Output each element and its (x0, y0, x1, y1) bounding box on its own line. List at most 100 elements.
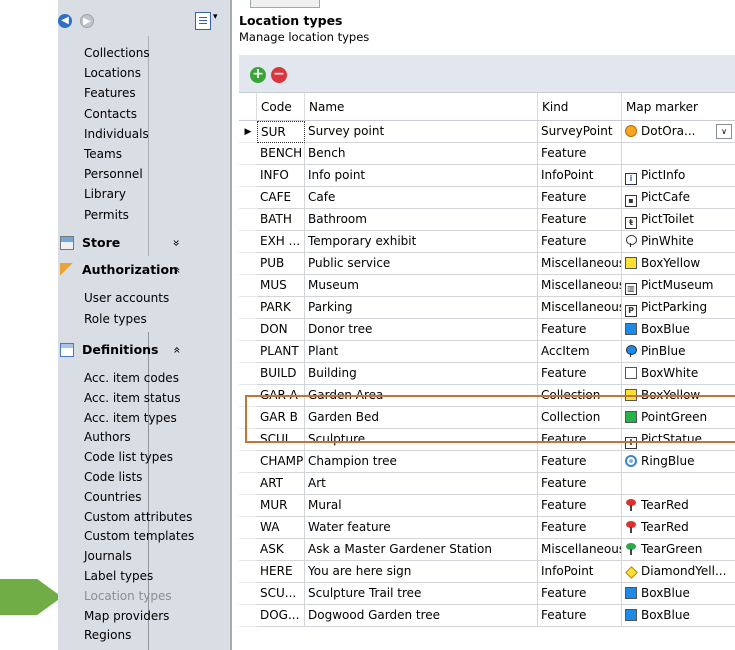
table-row[interactable]: ASK Ask a Master Gardener Station Miscella… (239, 539, 735, 561)
back-icon[interactable]: ◀ (58, 14, 72, 28)
kind-cell[interactable]: InfoPoint (538, 165, 622, 187)
map-marker-cell[interactable]: i PictInfo (622, 165, 735, 187)
nav-item[interactable]: Countries (84, 489, 142, 505)
nav-item[interactable]: Teams (84, 146, 122, 162)
kind-cell[interactable]: Feature (538, 605, 622, 627)
name-cell[interactable]: You are here sign (305, 561, 538, 583)
kind-cell[interactable]: InfoPoint (538, 561, 622, 583)
chevron-collapse-icon[interactable]: » (166, 346, 188, 353)
kind-cell[interactable]: Feature (538, 495, 622, 517)
section-authorization[interactable]: Authorization » (58, 259, 218, 281)
code-cell[interactable]: HERE (257, 561, 305, 583)
name-cell[interactable]: Art (305, 473, 538, 495)
code-cell[interactable]: WA (257, 517, 305, 539)
kind-cell[interactable]: Feature (538, 363, 622, 385)
kind-cell[interactable]: Miscellaneous (538, 297, 622, 319)
nav-item[interactable]: Label types (84, 568, 153, 584)
name-cell[interactable]: Donor tree (305, 319, 538, 341)
view-list-icon[interactable] (195, 12, 211, 30)
map-marker-cell[interactable]: BoxYellow (622, 253, 735, 275)
chevron-collapse-icon[interactable]: » (166, 266, 188, 273)
map-marker-cell[interactable]: DiamondYell... (622, 561, 735, 583)
map-marker-cell[interactable] (622, 473, 735, 495)
nav-item[interactable]: Custom templates (84, 528, 194, 544)
name-cell[interactable]: Water feature (305, 517, 538, 539)
table-row[interactable]: SCU... Sculpture Trail tree Feature BoxBlue (239, 583, 735, 605)
map-marker-cell[interactable]: PinBlue (622, 341, 735, 363)
map-marker-cell[interactable]: ŧ PictToilet (622, 209, 735, 231)
name-cell[interactable]: Dogwood Garden tree (305, 605, 538, 627)
name-cell[interactable]: Info point (305, 165, 538, 187)
table-row[interactable]: INFO Info point InfoPoint i PictInfo (239, 165, 735, 187)
map-marker-cell[interactable]: TearRed (622, 495, 735, 517)
nav-item[interactable]: Personnel (84, 166, 143, 182)
nav-item[interactable]: Acc. item status (84, 390, 181, 406)
code-cell[interactable]: PARK (257, 297, 305, 319)
table-row[interactable]: MUR Mural Feature TearRed (239, 495, 735, 517)
kind-cell[interactable]: Feature (538, 187, 622, 209)
nav-item[interactable]: Permits (84, 207, 129, 223)
table-row[interactable]: ART Art Feature (239, 473, 735, 495)
code-cell[interactable]: INFO (257, 165, 305, 187)
map-marker-cell[interactable]: BoxWhite (622, 363, 735, 385)
nav-item[interactable]: Regions (84, 627, 131, 643)
map-marker-cell[interactable]: TearGreen (622, 539, 735, 561)
table-row[interactable]: CAFE Cafe Feature ▪ PictCafe (239, 187, 735, 209)
table-row[interactable]: DON Donor tree Feature BoxBlue (239, 319, 735, 341)
code-cell[interactable]: DON (257, 319, 305, 341)
code-cell[interactable]: PUB (257, 253, 305, 275)
code-cell[interactable]: BATH (257, 209, 305, 231)
table-row[interactable]: MUS Museum Miscellaneous ▥ PictMuseum (239, 275, 735, 297)
nav-item[interactable]: Acc. item types (84, 410, 177, 426)
kind-cell[interactable]: Feature (538, 473, 622, 495)
kind-cell[interactable]: Feature (538, 517, 622, 539)
section-definitions[interactable]: Definitions » (58, 339, 218, 361)
code-cell[interactable]: SCU... (257, 583, 305, 605)
name-cell[interactable]: Mural (305, 495, 538, 517)
table-row[interactable]: DOG... Dogwood Garden tree Feature BoxBlue (239, 605, 735, 627)
name-cell[interactable]: Sculpture Trail tree (305, 583, 538, 605)
tab-stub[interactable] (250, 0, 320, 8)
table-row[interactable]: PUB Public service Miscellaneous BoxYellow (239, 253, 735, 275)
kind-cell[interactable]: Feature (538, 451, 622, 473)
nav-item[interactable]: Contacts (84, 106, 137, 122)
map-marker-cell[interactable]: DotOra... ∨ (622, 121, 735, 143)
nav-item[interactable]: Features (84, 85, 136, 101)
table-row[interactable]: BENCH Bench Feature (239, 143, 735, 165)
kind-cell[interactable]: Feature (538, 231, 622, 253)
name-cell[interactable]: Museum (305, 275, 538, 297)
chevron-expand-icon[interactable]: » (166, 239, 188, 246)
nav-item[interactable]: Locations (84, 65, 141, 81)
code-cell[interactable]: MUS (257, 275, 305, 297)
kind-cell[interactable]: Miscellaneous (538, 275, 622, 297)
column-header-map-marker[interactable]: Map marker (622, 93, 735, 121)
code-cell[interactable]: CHAMP (257, 451, 305, 473)
column-header-name[interactable]: Name (305, 93, 538, 121)
code-cell[interactable]: ASK (257, 539, 305, 561)
nav-item[interactable]: Acc. item codes (84, 370, 179, 386)
name-cell[interactable]: Temporary exhibit (305, 231, 538, 253)
name-cell[interactable]: Public service (305, 253, 538, 275)
map-marker-cell[interactable]: P PictParking (622, 297, 735, 319)
nav-item[interactable]: User accounts (84, 290, 169, 306)
dropdown-icon[interactable]: ∨ (716, 124, 732, 139)
chevron-down-icon[interactable]: ▾ (213, 12, 218, 22)
column-header-kind[interactable]: Kind (538, 93, 622, 121)
nav-item[interactable]: Journals (84, 548, 132, 564)
name-cell[interactable]: Champion tree (305, 451, 538, 473)
code-cell[interactable]: SUR (257, 121, 305, 143)
code-cell[interactable]: ART (257, 473, 305, 495)
map-marker-cell[interactable]: BoxBlue (622, 605, 735, 627)
code-cell[interactable]: MUR (257, 495, 305, 517)
kind-cell[interactable]: Feature (538, 583, 622, 605)
kind-cell[interactable]: SurveyPoint (538, 121, 622, 143)
map-marker-cell[interactable]: PinWhite (622, 231, 735, 253)
table-row[interactable]: ▶ SUR Survey point SurveyPoint DotOra... ∨ (239, 121, 735, 143)
code-cell[interactable]: BENCH (257, 143, 305, 165)
map-marker-cell[interactable]: ▥ PictMuseum (622, 275, 735, 297)
name-cell[interactable]: Building (305, 363, 538, 385)
nav-item[interactable]: Map providers (84, 608, 169, 624)
name-cell[interactable]: Survey point (305, 121, 538, 143)
section-store[interactable]: Store » (58, 232, 218, 254)
nav-item[interactable]: Collections (84, 45, 150, 61)
